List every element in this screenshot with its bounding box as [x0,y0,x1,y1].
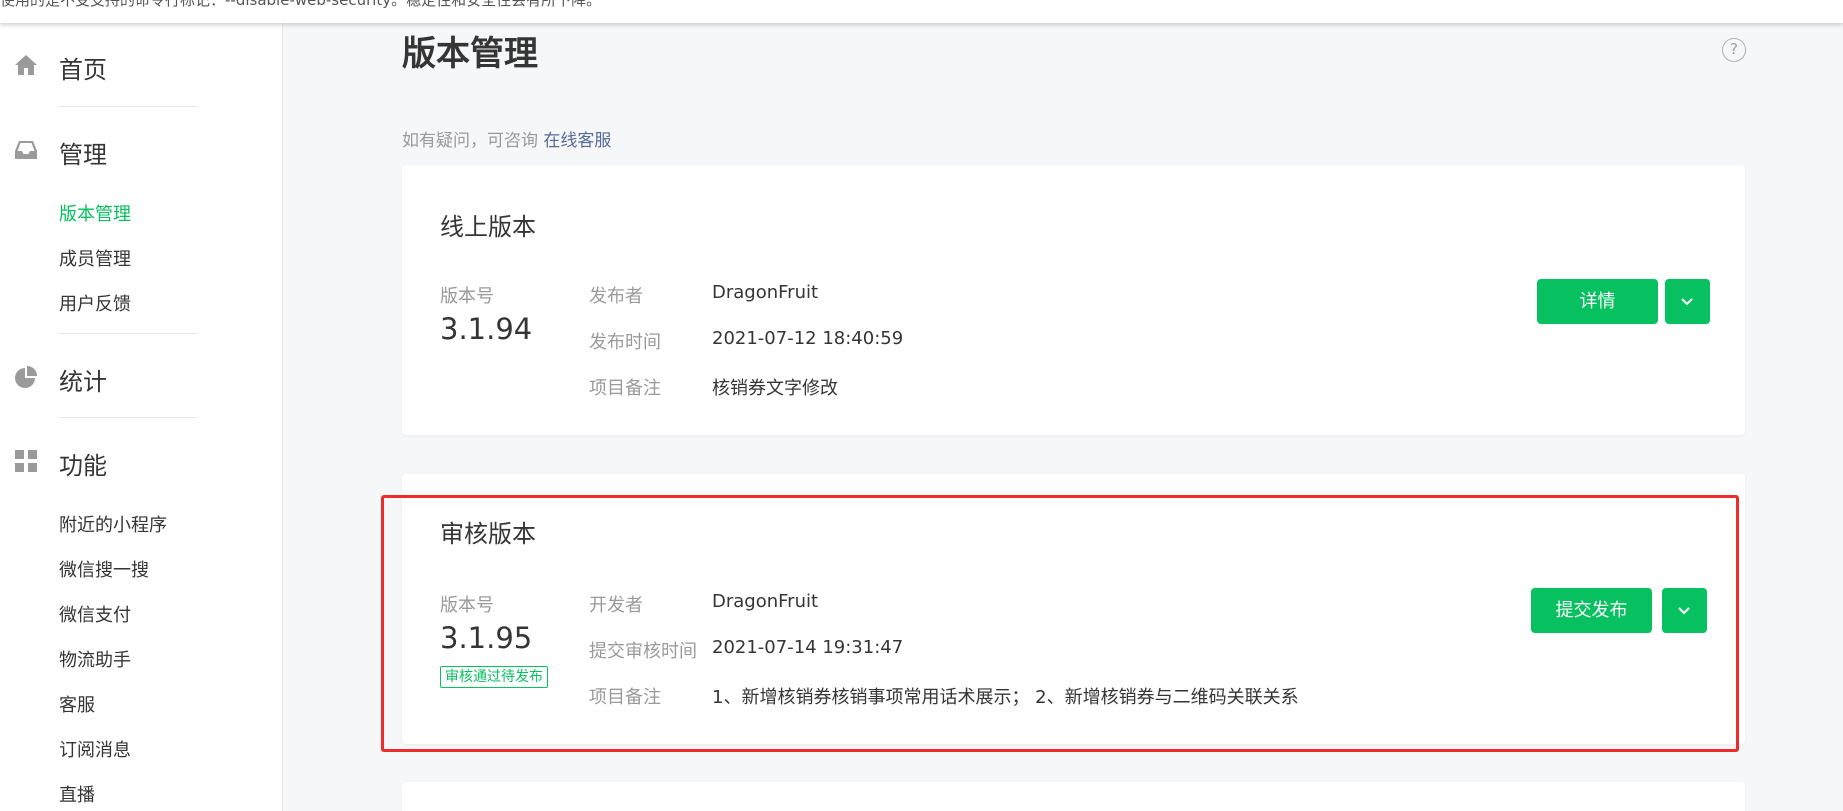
remark-value: 1、新增核销券核销事项常用话术展示； 2、新增核销券与二维码关联关系 [712,687,1299,708]
sidebar: 首页 管理 版本管理 成员管理 用户反馈 统计 功能 附近的小程序 微信搜一搜 … [0,0,283,811]
page-title: 版本管理 [402,34,538,74]
next-card [402,782,1745,811]
pie-chart-icon [15,366,37,388]
submit-time-label: 提交审核时间 [589,641,697,662]
details-button[interactable]: 详情 [1537,279,1658,324]
warning-bar: 使用的是不受支持的命令行标记：--disable-web-security。稳定… [0,0,1843,23]
chevron-down-icon [1678,607,1690,615]
review-version-title: 审核版本 [440,520,536,548]
review-version-more-button[interactable] [1662,588,1707,633]
publish-time-label: 发布时间 [589,332,661,353]
version-number-label: 版本号 [440,595,494,616]
sidebar-item-home[interactable]: 首页 [0,45,283,85]
sidebar-divider [59,333,197,334]
publisher-value: DragonFruit [712,282,819,303]
hint-text: 如有疑问，可咨询 在线客服 [402,126,611,151]
sidebar-item-wechat-search[interactable]: 微信搜一搜 [59,556,149,582]
sidebar-item-user-feedback[interactable]: 用户反馈 [59,290,131,316]
publisher-label: 发布者 [589,286,643,307]
remark-label: 项目备注 [589,687,661,708]
version-number: 3.1.94 [440,312,533,346]
sidebar-divider [59,417,197,418]
version-number-label: 版本号 [440,286,494,307]
sidebar-item-wechat-pay[interactable]: 微信支付 [59,601,131,627]
developer-label: 开发者 [589,595,643,616]
sidebar-item-label: 管理 [59,141,107,169]
warning-text: 使用的是不受支持的命令行标记：--disable-web-security。稳定… [0,0,602,9]
chevron-down-icon [1681,298,1693,306]
sidebar-item-logistics[interactable]: 物流助手 [59,646,131,672]
online-version-more-button[interactable] [1665,279,1710,324]
developer-value: DragonFruit [712,591,819,612]
online-service-link[interactable]: 在线客服 [543,131,611,151]
grid-icon [15,450,37,472]
sidebar-item-customer-service[interactable]: 客服 [59,691,95,717]
remark-label: 项目备注 [589,378,661,399]
sidebar-item-label: 功能 [59,452,107,480]
sidebar-item-version-management[interactable]: 版本管理 [59,200,131,226]
home-icon [15,55,37,75]
sidebar-item-manage[interactable]: 管理 [0,130,283,170]
sidebar-item-live[interactable]: 直播 [59,781,95,807]
sidebar-item-features[interactable]: 功能 [0,441,283,481]
online-version-card: 线上版本 版本号 3.1.94 发布者 DragonFruit 发布时间 202… [402,165,1745,435]
sidebar-item-nearby-miniprogram[interactable]: 附近的小程序 [59,511,167,537]
publish-time-value: 2021-07-12 18:40:59 [712,328,904,349]
submit-release-button[interactable]: 提交发布 [1531,588,1652,633]
remark-value: 核销券文字修改 [712,378,838,399]
sidebar-item-label: 统计 [59,368,107,396]
sidebar-item-member-management[interactable]: 成员管理 [59,245,131,271]
online-version-title: 线上版本 [440,213,536,241]
status-badge: 审核通过待发布 [440,666,548,688]
sidebar-item-label: 首页 [59,56,107,84]
inbox-icon [15,141,37,159]
review-version-card: 审核版本 版本号 3.1.95 审核通过待发布 开发者 DragonFruit … [402,474,1745,744]
sidebar-divider [59,106,197,107]
version-number: 3.1.95 [440,621,533,655]
sidebar-item-statistics[interactable]: 统计 [0,357,283,397]
hint-label: 如有疑问，可咨询 [402,131,538,151]
sidebar-item-subscription[interactable]: 订阅消息 [59,736,131,762]
submit-time-value: 2021-07-14 19:31:47 [712,637,904,658]
question-icon[interactable]: ? [1722,38,1746,62]
